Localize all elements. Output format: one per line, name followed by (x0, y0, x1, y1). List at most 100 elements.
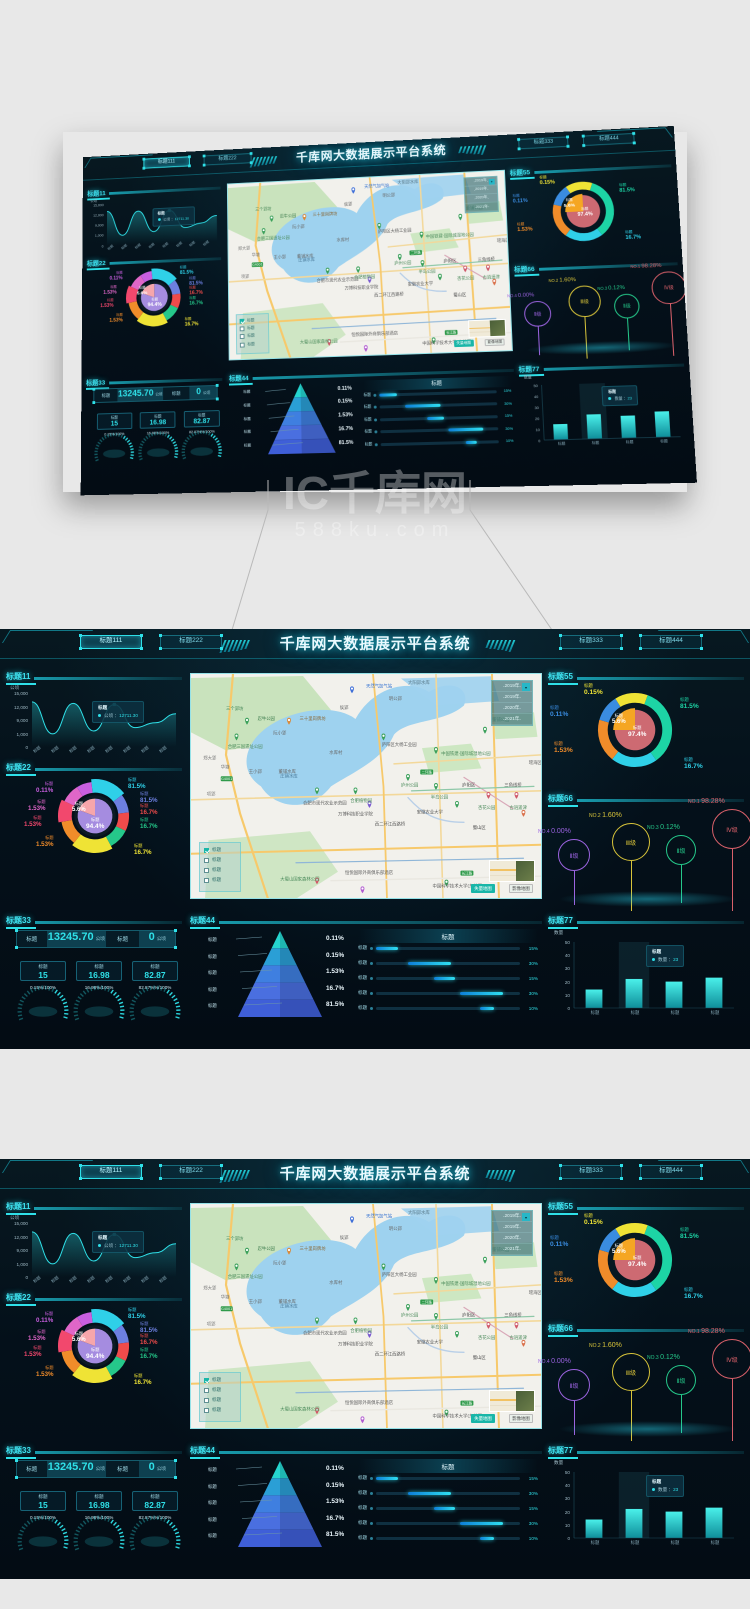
progress-row-2[interactable]: 标题 15% (358, 1505, 538, 1511)
progress-row-2[interactable]: 标题 15% (364, 414, 512, 423)
progress-row-3[interactable]: 标题 30% (364, 426, 513, 435)
donut-chart-22[interactable] (58, 1309, 132, 1383)
tab-3[interactable]: 标题333 (559, 1163, 623, 1180)
map-year-selected[interactable]: - 2019年 - ▾ (492, 681, 532, 692)
progress-3-track[interactable] (376, 1521, 520, 1525)
map-year-dropdown[interactable]: - 2019年 - ▾ - 2019年 - - 2020年 - - 2021年 … (491, 680, 533, 726)
map-button-vector[interactable]: 失量地图 (471, 884, 495, 893)
map-year-option-0[interactable]: - 2019年 - (492, 692, 532, 703)
map-legend-item-3[interactable]: 标题 (204, 1407, 236, 1413)
map-legend-checkbox-3[interactable] (239, 342, 245, 348)
map-legend[interactable]: 标题 标题 标题 标题 (199, 1372, 241, 1422)
map-thumbnail[interactable] (489, 860, 535, 882)
progress-0-track[interactable] (376, 1476, 520, 1480)
map-button-vector[interactable]: 失量地图 (471, 1414, 495, 1423)
progress-0-track[interactable] (376, 946, 520, 950)
map-year-dropdown[interactable]: - 2019年 - ▾ - 2019年 - - 2020年 - - 2021年 … (491, 1210, 533, 1256)
map-legend-item-2[interactable]: 标题 (239, 334, 265, 340)
chart-22-donut[interactable] (58, 1309, 132, 1383)
map-legend-checkbox-1[interactable] (239, 326, 245, 332)
progress-2-track[interactable] (380, 415, 498, 422)
map-legend-item-1[interactable]: 标题 (204, 1387, 236, 1393)
map-legend[interactable]: 标题 标题 标题 标题 (235, 313, 270, 355)
map-button-image[interactable]: 影像地图 (509, 884, 533, 893)
progress-row-4[interactable]: 标题 10% (358, 1535, 538, 1541)
map-legend-checkbox-0[interactable] (239, 318, 245, 324)
map-legend-item-0[interactable]: 标题 (239, 318, 265, 324)
map-year-option-2[interactable]: - 2021年 - (492, 1244, 532, 1255)
map-year-option-2[interactable]: - 2021年 - (492, 714, 532, 725)
map-legend-item-1[interactable]: 标题 (239, 326, 265, 332)
map-panel[interactable]: 天然气加气站 大阳郢水库 三个郢坊 忍牛公园 三十里岗牌坊 阮小郢 侯郢 明公郢 合肥三国遗址公… (190, 1203, 542, 1429)
progress-3-track[interactable] (376, 991, 520, 995)
map-button-image[interactable]: 影像地图 (484, 338, 506, 347)
tab-3[interactable]: 标题333 (559, 633, 623, 650)
map-legend-checkbox-0[interactable] (204, 847, 209, 853)
map-legend-item-1[interactable]: 标题 (204, 857, 236, 863)
progress-2-track[interactable] (376, 1506, 520, 1510)
progress-1-track[interactable] (376, 961, 520, 965)
progress-2-track[interactable] (376, 976, 520, 980)
map-legend-item-2[interactable]: 标题 (204, 867, 236, 873)
map-legend-item-0[interactable]: 标题 (204, 1377, 236, 1383)
map-legend-checkbox-0[interactable] (204, 1377, 209, 1383)
progress-0-track[interactable] (379, 390, 497, 397)
map-legend[interactable]: 标题 标题 标题 标题 (199, 842, 241, 892)
progress-4-track[interactable] (376, 1006, 520, 1010)
map-thumbnail[interactable] (489, 1390, 535, 1412)
map-button-vector[interactable]: 失量地图 (453, 339, 474, 348)
map-legend-checkbox-3[interactable] (204, 877, 209, 883)
map-year-dropdown[interactable]: - 2019年 - ▾ - 2019年 - - 2020年 - - 2021年 … (463, 175, 500, 214)
map-panel[interactable]: 天然气加气站 大阳郢水库 三个郢坊 忍牛公园 三十里岗牌坊 阮小郢 侯郢 明公郢 合肥三国遗址公… (226, 169, 513, 361)
grade-3-pct: 98.28% (701, 1328, 725, 1335)
progress-1-track[interactable] (380, 402, 497, 409)
progress-row-2[interactable]: 标题 15% (358, 975, 538, 981)
chevron-down-icon[interactable]: ▾ (522, 683, 530, 691)
tab-2[interactable]: 标题222 (159, 1163, 223, 1180)
map-legend-item-3[interactable]: 标题 (204, 877, 236, 883)
map-legend-checkbox-2[interactable] (204, 1397, 209, 1403)
map-year-option-0[interactable]: - 2019年 - (492, 1222, 532, 1233)
svg-text:杏花公园: 杏花公园 (478, 1334, 495, 1341)
map-legend-checkbox-1[interactable] (204, 857, 209, 863)
donut-chart-22[interactable] (58, 779, 132, 853)
map-legend-item-3[interactable]: 标题 (239, 342, 265, 348)
map-panel[interactable]: 天然气加气站 大阳郢水库 三个郢坊 忍牛公园 三十里岗牌坊 阮小郢 侯郢 明公郢 合肥三国遗址公… (190, 673, 542, 899)
map-year-option-1[interactable]: - 2020年 - (492, 1233, 532, 1244)
tab-1[interactable]: 标题111 (79, 633, 143, 650)
map-legend-item-0[interactable]: 标题 (204, 847, 236, 853)
progress-row-4[interactable]: 标题 10% (365, 439, 514, 448)
map-legend-item-2[interactable]: 标题 (204, 1397, 236, 1403)
chart-22-donut[interactable] (58, 779, 132, 853)
map-year-option-2[interactable]: - 2021年 - (465, 202, 499, 213)
tab-2[interactable]: 标题222 (159, 633, 223, 650)
tab-4[interactable]: 标题444 (639, 633, 703, 650)
progress-4-track[interactable] (376, 1536, 520, 1540)
progress-row-1[interactable]: 标题 30% (364, 401, 512, 410)
progress-row-0[interactable]: 标题 15% (358, 1475, 538, 1481)
progress-3-track[interactable] (380, 427, 498, 434)
chevron-down-icon[interactable]: ▾ (522, 1213, 530, 1221)
grade-1-rank: NO.2 (589, 1343, 601, 1349)
map-legend-checkbox-2[interactable] (239, 334, 245, 340)
map-legend-checkbox-3[interactable] (204, 1407, 209, 1413)
map-year-option-1[interactable]: - 2020年 - (492, 703, 532, 714)
progress-row-1[interactable]: 标题 30% (358, 1490, 538, 1496)
map-legend-checkbox-2[interactable] (204, 867, 209, 873)
progress-row-4[interactable]: 标题 10% (358, 1005, 538, 1011)
chevron-down-icon[interactable]: ▾ (488, 178, 496, 185)
map-thumbnail[interactable] (467, 318, 507, 339)
progress-row-3[interactable]: 标题 30% (358, 990, 538, 996)
progress-4-track[interactable] (381, 440, 499, 446)
progress-row-3[interactable]: 标题 30% (358, 1520, 538, 1526)
slice-2-value: 16.7% (189, 289, 203, 296)
map-year-selected[interactable]: - 2019年 - ▾ (492, 1211, 532, 1222)
tab-1[interactable]: 标题111 (79, 1163, 143, 1180)
progress-row-1[interactable]: 标题 30% (358, 960, 538, 966)
progress-1-track[interactable] (376, 1491, 520, 1495)
map-button-image[interactable]: 影像地图 (509, 1414, 533, 1423)
map-legend-checkbox-1[interactable] (204, 1387, 209, 1393)
map-year-selected[interactable]: - 2019年 - ▾ (464, 176, 498, 187)
tab-4[interactable]: 标题444 (639, 1163, 703, 1180)
progress-row-0[interactable]: 标题 15% (358, 945, 538, 951)
